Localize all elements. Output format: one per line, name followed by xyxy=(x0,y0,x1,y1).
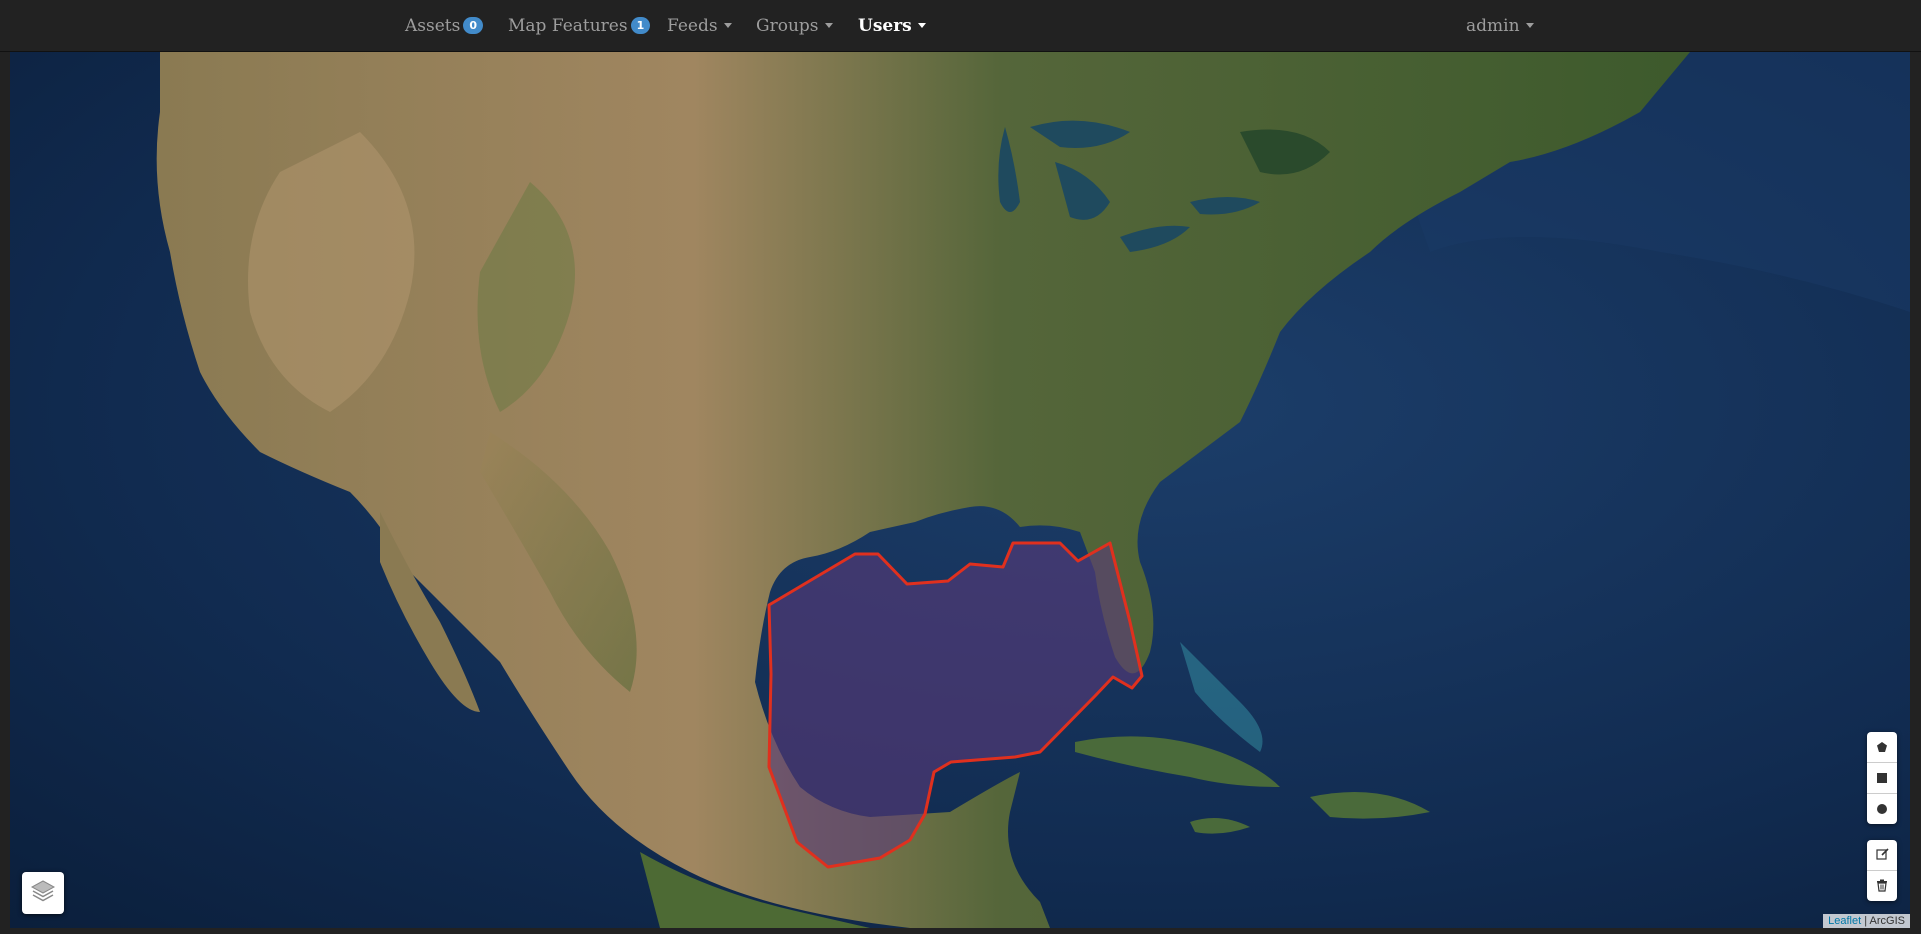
draw-toolbar xyxy=(1867,732,1897,824)
polygon-icon xyxy=(1876,738,1888,757)
draw-circle-button[interactable] xyxy=(1867,794,1897,824)
nav-groups-dropdown[interactable]: Groups xyxy=(756,0,833,51)
assets-count-badge: 0 xyxy=(463,17,483,34)
map-canvas[interactable]: Leaflet | ArcGIS xyxy=(10,52,1910,928)
caret-down-icon xyxy=(723,23,732,28)
nav-map-features[interactable]: Map Features 1 xyxy=(508,0,651,51)
edit-layers-button[interactable] xyxy=(1867,840,1897,871)
rectangle-icon xyxy=(1876,769,1888,788)
nav-feeds-label: Feeds xyxy=(667,15,718,36)
map-feature-polygon[interactable] xyxy=(767,541,1144,869)
map-attribution: Leaflet | ArcGIS xyxy=(1823,914,1910,928)
caret-down-icon xyxy=(917,23,926,28)
top-navbar: Assets 0 Map Features 1 Feeds Groups Use… xyxy=(0,0,1921,52)
nav-users-label: Users xyxy=(858,15,912,36)
caret-down-icon xyxy=(1525,23,1534,28)
arcgis-attribution: ArcGIS xyxy=(1869,915,1905,927)
draw-rectangle-button[interactable] xyxy=(1867,763,1897,794)
draw-polygon-button[interactable] xyxy=(1867,732,1897,763)
nav-assets[interactable]: Assets 0 xyxy=(405,0,483,51)
nav-feeds-dropdown[interactable]: Feeds xyxy=(667,0,732,51)
nav-assets-label: Assets xyxy=(405,15,461,36)
layers-icon xyxy=(30,879,56,907)
trash-icon xyxy=(1876,877,1888,896)
gulf-polygon-layer xyxy=(767,541,1144,869)
map-features-count-badge: 1 xyxy=(630,17,651,34)
user-menu-label: admin xyxy=(1466,15,1520,36)
caret-down-icon xyxy=(824,23,833,28)
nav-groups-label: Groups xyxy=(756,15,819,36)
delete-layers-button[interactable] xyxy=(1867,871,1897,901)
attribution-separator: | xyxy=(1861,915,1870,927)
edit-toolbar xyxy=(1867,840,1897,901)
leaflet-attribution-link[interactable]: Leaflet xyxy=(1828,915,1861,927)
nav-map-features-label: Map Features xyxy=(508,15,628,36)
circle-icon xyxy=(1876,800,1888,819)
edit-icon xyxy=(1875,846,1889,865)
user-menu-dropdown[interactable]: admin xyxy=(1466,0,1534,51)
nav-users-dropdown[interactable]: Users xyxy=(858,0,926,51)
layers-control-button[interactable] xyxy=(22,872,64,914)
